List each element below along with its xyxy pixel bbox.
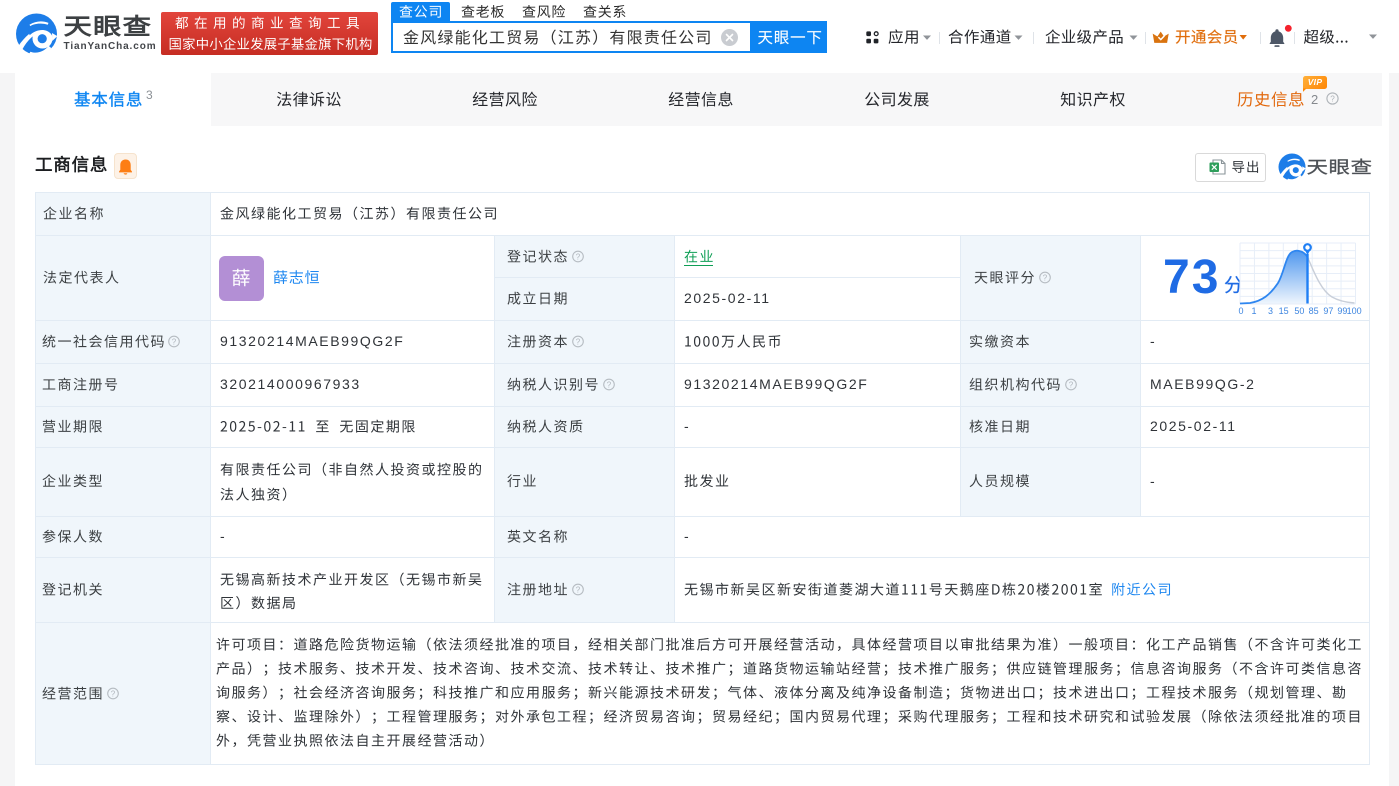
svg-text:?: ? [1330,95,1335,104]
svg-text:?: ? [172,337,177,346]
svg-text:?: ? [1043,273,1048,282]
svg-text:?: ? [576,337,581,346]
svg-text:?: ? [1069,380,1074,389]
svg-text:?: ? [576,252,581,261]
svg-text:?: ? [607,380,612,389]
svg-text:?: ? [576,585,581,594]
svg-text:?: ? [111,689,116,698]
